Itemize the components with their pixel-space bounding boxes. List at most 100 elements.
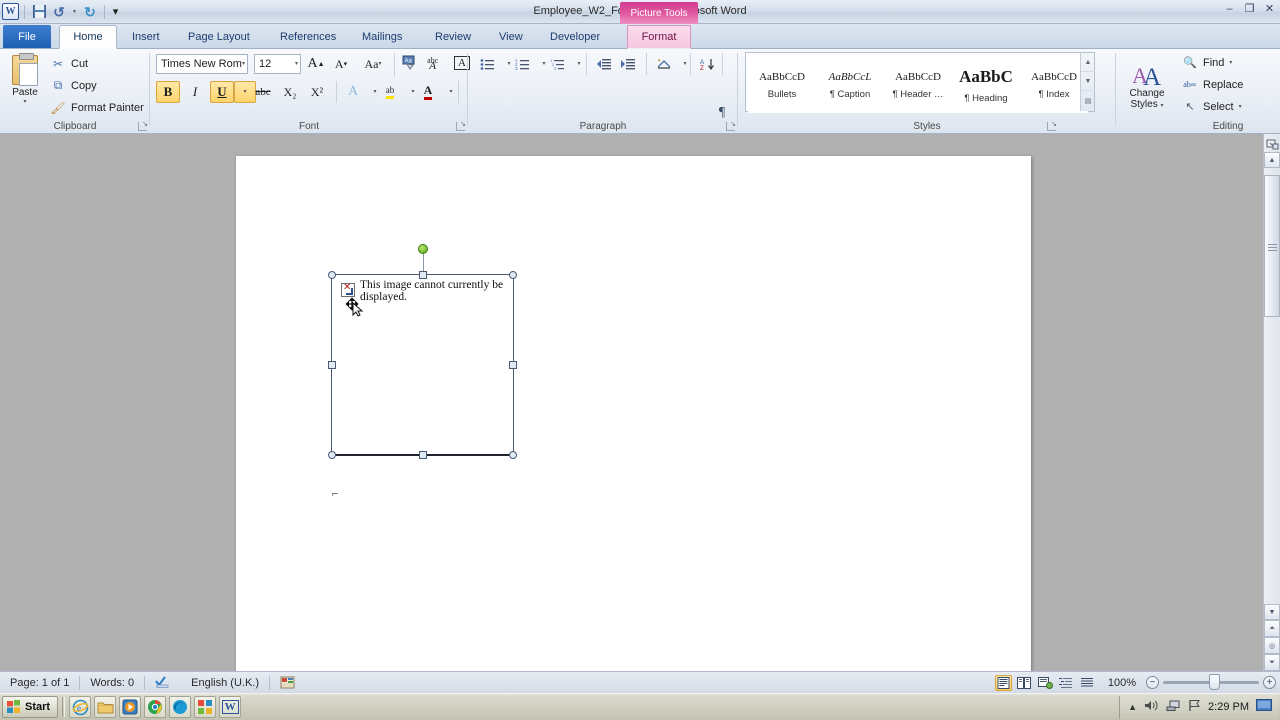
change-case-button[interactable]: Aa ▾	[358, 53, 388, 75]
tab-references[interactable]: References	[270, 25, 346, 49]
gallery-scroll-up-icon[interactable]: ▲	[1081, 53, 1095, 72]
full-screen-reading-button[interactable]	[1016, 675, 1033, 691]
tab-insert[interactable]: Insert	[122, 25, 170, 49]
text-effects-icon[interactable]: A	[342, 81, 364, 103]
scrollbar-thumb[interactable]	[1264, 175, 1280, 317]
bold-button[interactable]: B	[156, 81, 180, 103]
font-size-combobox[interactable]: 12 ▾	[254, 54, 301, 74]
chrome-icon[interactable]	[144, 696, 167, 718]
zoom-slider[interactable]	[1163, 674, 1259, 690]
edge-icon[interactable]	[169, 696, 192, 718]
print-layout-view-button[interactable]	[994, 674, 1012, 691]
tab-home[interactable]: Home	[59, 25, 117, 49]
close-button[interactable]: ✕	[1263, 4, 1276, 16]
vertical-scrollbar[interactable]: ▲ ▼ ⏶ ◎ ⏷	[1263, 134, 1280, 671]
multilevel-list-icon[interactable]: 123	[546, 53, 568, 75]
action-center-flag-icon[interactable]	[1188, 699, 1201, 715]
resize-handle-bottom-center[interactable]	[418, 451, 427, 459]
style-item-bullets[interactable]: AaBbCcD Bullets	[748, 57, 816, 113]
scroll-down-button[interactable]: ▼	[1264, 604, 1280, 620]
grow-font-button[interactable]: A ▲	[305, 53, 327, 75]
volume-icon[interactable]	[1144, 699, 1159, 715]
styles-gallery-scrollbar[interactable]: ▲ ▼ ▤	[1080, 53, 1095, 111]
resize-handle-top-center[interactable]	[418, 271, 427, 279]
find-button[interactable]: 🔍 Find ▾	[1182, 53, 1232, 72]
gallery-scroll-down-icon[interactable]: ▼	[1081, 72, 1095, 91]
show-hidden-icons-button[interactable]: ▲	[1128, 702, 1137, 712]
proofing-errors-icon[interactable]	[145, 673, 181, 693]
tab-file[interactable]: File	[3, 25, 51, 48]
select-browse-object-button[interactable]: ◎	[1264, 637, 1280, 654]
select-browse-object-top-icon[interactable]	[1264, 134, 1280, 152]
font-dialog-launcher[interactable]	[456, 120, 466, 131]
find-caret-icon[interactable]: ▾	[1229, 60, 1232, 66]
paste-caret-icon[interactable]: ▾	[23, 99, 26, 105]
web-layout-view-button[interactable]	[1037, 675, 1054, 691]
style-item-heading[interactable]: AaBbC ¶ Heading	[952, 57, 1020, 113]
rotate-handle[interactable]	[417, 244, 428, 254]
language-indicator[interactable]: English (U.K.)	[181, 673, 269, 693]
next-page-button[interactable]: ⏷	[1264, 654, 1280, 671]
increase-indent-icon[interactable]	[616, 53, 640, 75]
zoom-slider-thumb[interactable]	[1209, 674, 1220, 690]
system-clock[interactable]: 2:29 PM	[1208, 701, 1249, 713]
previous-page-button[interactable]: ⏶	[1264, 620, 1280, 637]
resize-handle-middle-left[interactable]	[328, 360, 336, 369]
italic-button[interactable]: I	[183, 81, 207, 103]
style-item-index[interactable]: AaBbCcD ¶ Index	[1020, 57, 1088, 113]
font-color-icon[interactable]: A	[416, 81, 440, 103]
resize-handle-bottom-left[interactable]	[328, 451, 336, 459]
subscript-button[interactable]: X₂	[278, 81, 302, 103]
style-item-header[interactable]: AaBbCcD ¶ Header …	[884, 57, 952, 113]
asian-layout-icon[interactable]: ✦	[652, 53, 676, 75]
numbering-icon[interactable]: 123	[511, 53, 533, 75]
document-page[interactable]: This image cannot currently be displayed…	[236, 156, 1031, 675]
zoom-out-button[interactable]: −	[1146, 676, 1159, 689]
highlight-color-icon[interactable]: ab	[378, 81, 402, 103]
select-caret-icon[interactable]: ▾	[1239, 104, 1242, 110]
word-taskbar-icon[interactable]: W	[219, 696, 242, 718]
network-icon[interactable]	[1166, 699, 1181, 715]
clear-formatting-icon[interactable]: abc A	[424, 52, 448, 74]
macro-record-icon[interactable]	[270, 673, 305, 693]
clipboard-dialog-launcher[interactable]	[138, 120, 148, 131]
tab-review[interactable]: Review	[425, 25, 481, 49]
resize-handle-top-left[interactable]	[328, 271, 336, 279]
restore-button[interactable]: ❐	[1243, 4, 1256, 16]
page-indicator[interactable]: Page: 1 of 1	[0, 673, 79, 693]
change-styles-button[interactable]: A A Change Styles ▾	[1120, 53, 1174, 119]
draft-view-button[interactable]	[1079, 675, 1096, 691]
word-count[interactable]: Words: 0	[80, 673, 144, 693]
show-desktop-icon[interactable]	[1256, 699, 1272, 715]
file-explorer-icon[interactable]	[94, 696, 117, 718]
style-item-caption[interactable]: AaBbCcL ¶ Caption	[816, 57, 884, 113]
zoom-level-label[interactable]: 100%	[1108, 677, 1136, 689]
replace-button[interactable]: ab ac Replace	[1182, 75, 1243, 94]
internet-explorer-icon[interactable]: e	[69, 696, 92, 718]
resize-handle-middle-right[interactable]	[509, 360, 517, 369]
outline-view-button[interactable]	[1058, 675, 1075, 691]
selected-picture-frame[interactable]: This image cannot currently be displayed…	[328, 244, 517, 459]
show-formatting-marks-icon[interactable]: ¶	[710, 102, 734, 124]
resize-handle-bottom-right[interactable]	[509, 451, 517, 459]
asian-layout-dropdown-icon[interactable]: ▾	[674, 53, 696, 75]
strikethrough-button[interactable]: abc	[251, 81, 275, 103]
app-grid-icon[interactable]	[194, 696, 217, 718]
tab-developer[interactable]: Developer	[540, 25, 610, 49]
superscript-button[interactable]: X²	[305, 81, 329, 103]
paste-button[interactable]: Paste ▾	[6, 53, 44, 117]
bullets-icon[interactable]	[476, 53, 498, 75]
styles-dialog-launcher[interactable]	[1047, 120, 1057, 131]
font-name-combobox[interactable]: Times New Roma ▾	[156, 54, 248, 74]
gallery-more-icon[interactable]: ▤	[1081, 91, 1095, 110]
select-button[interactable]: ↖ Select ▾	[1182, 97, 1242, 116]
zoom-in-button[interactable]: +	[1263, 676, 1276, 689]
copy-button[interactable]: ⧉ Copy	[50, 76, 97, 95]
scroll-up-button[interactable]: ▲	[1264, 152, 1280, 168]
minimize-button[interactable]: –	[1223, 4, 1236, 16]
tab-page-layout[interactable]: Page Layout	[178, 25, 260, 49]
media-player-icon[interactable]	[119, 696, 142, 718]
resize-handle-top-right[interactable]	[509, 271, 517, 279]
tab-mailings[interactable]: Mailings	[352, 25, 412, 49]
underline-button[interactable]: U	[210, 81, 234, 103]
